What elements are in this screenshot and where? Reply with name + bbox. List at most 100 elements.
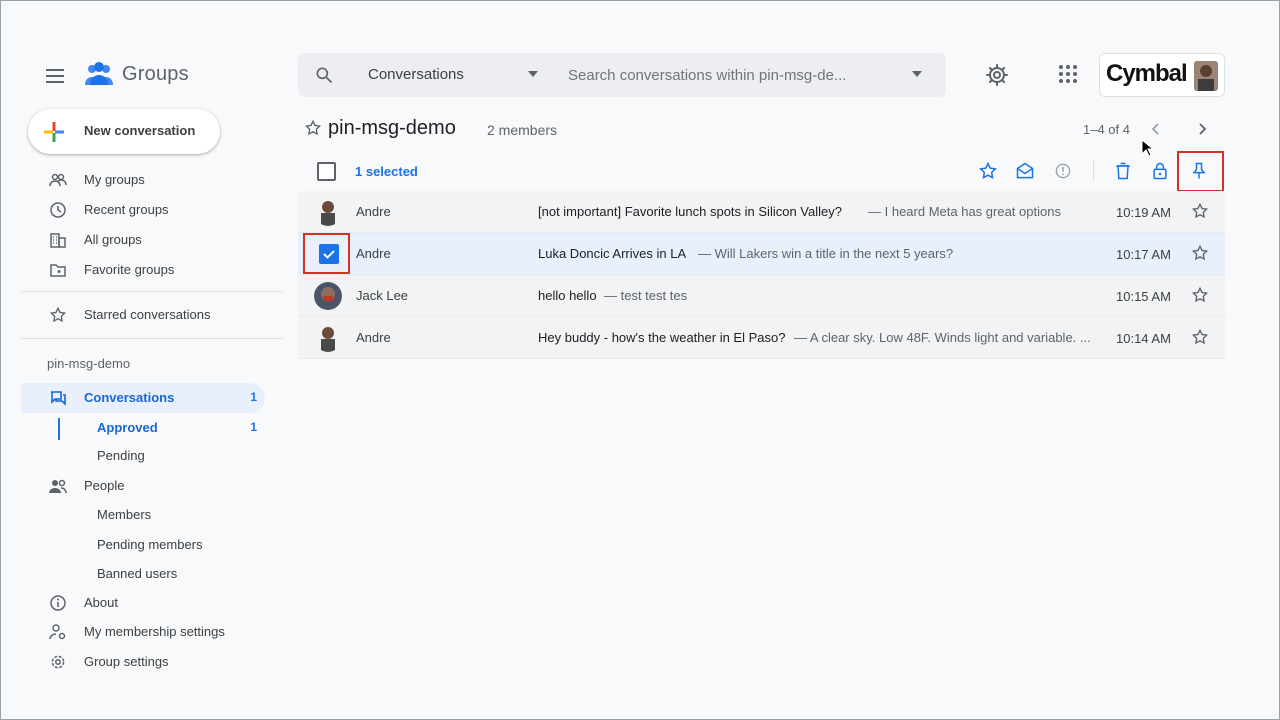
sidebar-item-pending[interactable]: Pending — [21, 442, 265, 470]
author-name: Andre — [356, 204, 391, 219]
building-icon — [49, 231, 67, 249]
app-title[interactable]: Groups — [122, 63, 189, 86]
avatar[interactable] — [1194, 61, 1218, 91]
new-conversation-label: New conversation — [84, 123, 196, 138]
author-name: Andre — [356, 330, 391, 345]
avatar — [314, 324, 342, 352]
groups-logo-icon — [83, 59, 115, 91]
timestamp: 10:17 AM — [1116, 247, 1171, 262]
sidebar-item-all-groups[interactable]: All groups — [21, 225, 265, 255]
conversation-snippet: — test test tes — [604, 288, 688, 303]
search-input[interactable] — [568, 63, 898, 87]
sidebar-item-people[interactable]: People — [21, 471, 265, 501]
sidebar-item-label: Conversations — [84, 390, 175, 405]
search-options-icon[interactable] — [912, 71, 922, 77]
app-window: Groups Conversations Cymbal — [0, 0, 1280, 720]
avatar — [314, 198, 342, 226]
sidebar-item-label: All groups — [84, 232, 142, 247]
sidebar-item-label: Approved — [97, 420, 158, 435]
sidebar-divider — [21, 291, 283, 292]
sidebar-item-recent-groups[interactable]: Recent groups — [21, 195, 265, 225]
timestamp: 10:19 AM — [1116, 205, 1171, 220]
sidebar-item-starred-conversations[interactable]: Starred conversations — [21, 300, 265, 330]
chevron-left-icon[interactable] — [1147, 120, 1165, 138]
star-icon[interactable] — [978, 161, 998, 181]
sidebar-item-banned-users[interactable]: Banned users — [21, 560, 265, 588]
sidebar-item-label: Pending members — [97, 537, 203, 552]
info-icon — [49, 594, 67, 612]
chevron-down-icon[interactable] — [528, 71, 538, 77]
sidebar-item-label: Recent groups — [84, 202, 169, 217]
favorite-star-icon[interactable] — [304, 119, 322, 137]
sidebar-item-label: Pending — [97, 448, 145, 463]
chevron-right-icon[interactable] — [1193, 120, 1211, 138]
checkbox-highlight — [303, 233, 350, 274]
table-row[interactable]: Andre Luka Doncic Arrives in LA — Will L… — [298, 233, 1225, 275]
selection-count: 1 selected — [355, 164, 418, 179]
sidebar-item-my-groups[interactable]: My groups — [21, 165, 265, 195]
sidebar-item-group-settings[interactable]: Group settings — [21, 647, 265, 677]
clock-icon — [49, 201, 67, 219]
star-icon[interactable] — [1191, 328, 1209, 346]
table-row[interactable]: Andre [not important] Favorite lunch spo… — [298, 191, 1225, 233]
pin-button-highlight — [1177, 151, 1224, 192]
sidebar-item-about[interactable]: About — [21, 588, 265, 618]
lock-icon[interactable] — [1150, 161, 1170, 181]
search-bar[interactable]: Conversations — [298, 53, 946, 97]
group-section-title: pin-msg-demo — [47, 356, 131, 371]
folder-star-icon — [49, 261, 67, 279]
pagination-label: 1–4 of 4 — [1083, 122, 1130, 137]
star-icon[interactable] — [1191, 244, 1209, 262]
sidebar-item-label: My groups — [84, 172, 145, 187]
sidebar-item-members[interactable]: Members — [21, 501, 265, 529]
apps-grid-icon[interactable] — [1057, 63, 1079, 85]
sidebar-item-conversations[interactable]: Conversations 1 — [21, 383, 265, 413]
table-row[interactable]: Jack Lee hello hello — test test tes 10:… — [298, 275, 1225, 317]
author-name: Andre — [356, 246, 391, 261]
sidebar-item-label: My membership settings — [84, 624, 225, 639]
sidebar-item-label: Favorite groups — [84, 262, 175, 277]
conversations-icon — [49, 389, 67, 407]
conversation-subject[interactable]: Luka Doncic Arrives in LA — [538, 246, 686, 261]
mouse-cursor-icon — [1141, 139, 1153, 157]
sidebar-item-label: Members — [97, 507, 152, 522]
conversation-subject[interactable]: [not important] Favorite lunch spots in … — [538, 204, 842, 219]
sidebar-divider — [21, 338, 283, 339]
conversation-snippet: — Will Lakers win a title in the next 5 … — [698, 246, 954, 261]
account-button[interactable]: Cymbal — [1099, 53, 1225, 97]
sidebar-item-membership-settings[interactable]: My membership settings — [21, 617, 265, 647]
select-all-checkbox[interactable] — [317, 162, 336, 181]
report-icon[interactable] — [1053, 161, 1073, 181]
conversation-snippet: — A clear sky. Low 48F. Winds light and … — [794, 330, 1091, 345]
sidebar-item-label: Starred conversations — [84, 307, 211, 322]
sidebar-item-favorite-groups[interactable]: Favorite groups — [21, 255, 265, 285]
star-icon[interactable] — [1191, 286, 1209, 304]
mark-read-icon[interactable] — [1015, 161, 1035, 181]
conversation-subject[interactable]: Hey buddy - how's the weather in El Paso… — [538, 330, 785, 345]
my-groups-icon — [49, 171, 67, 189]
sidebar-item-label: Banned users — [97, 566, 178, 581]
conversation-subject[interactable]: hello hello — [538, 288, 597, 303]
table-row[interactable]: Andre Hey buddy - how's the weather in E… — [298, 317, 1225, 359]
gear-icon[interactable] — [985, 63, 1009, 87]
avatar — [314, 282, 342, 310]
timestamp: 10:15 AM — [1116, 289, 1171, 304]
search-icon[interactable] — [314, 65, 334, 85]
search-scope-select[interactable]: Conversations — [368, 66, 464, 83]
new-conversation-button[interactable]: New conversation — [28, 109, 220, 154]
delete-icon[interactable] — [1113, 161, 1133, 181]
timestamp: 10:14 AM — [1116, 331, 1171, 346]
author-name: Jack Lee — [356, 288, 409, 303]
sidebar-item-pending-members[interactable]: Pending members — [21, 531, 265, 559]
sidebar-item-approved[interactable]: Approved 1 — [21, 414, 265, 442]
plus-icon — [42, 120, 66, 144]
star-icon[interactable] — [1191, 202, 1209, 220]
toolbar-divider — [1093, 161, 1094, 181]
main-menu-icon[interactable] — [43, 64, 67, 88]
conversation-snippet: — I heard Meta has great options — [868, 204, 1061, 219]
member-count[interactable]: 2 members — [487, 122, 557, 138]
page-title: pin-msg-demo — [328, 117, 456, 139]
person-settings-icon — [49, 623, 67, 641]
star-icon — [49, 306, 67, 324]
count-badge: 1 — [250, 390, 257, 404]
